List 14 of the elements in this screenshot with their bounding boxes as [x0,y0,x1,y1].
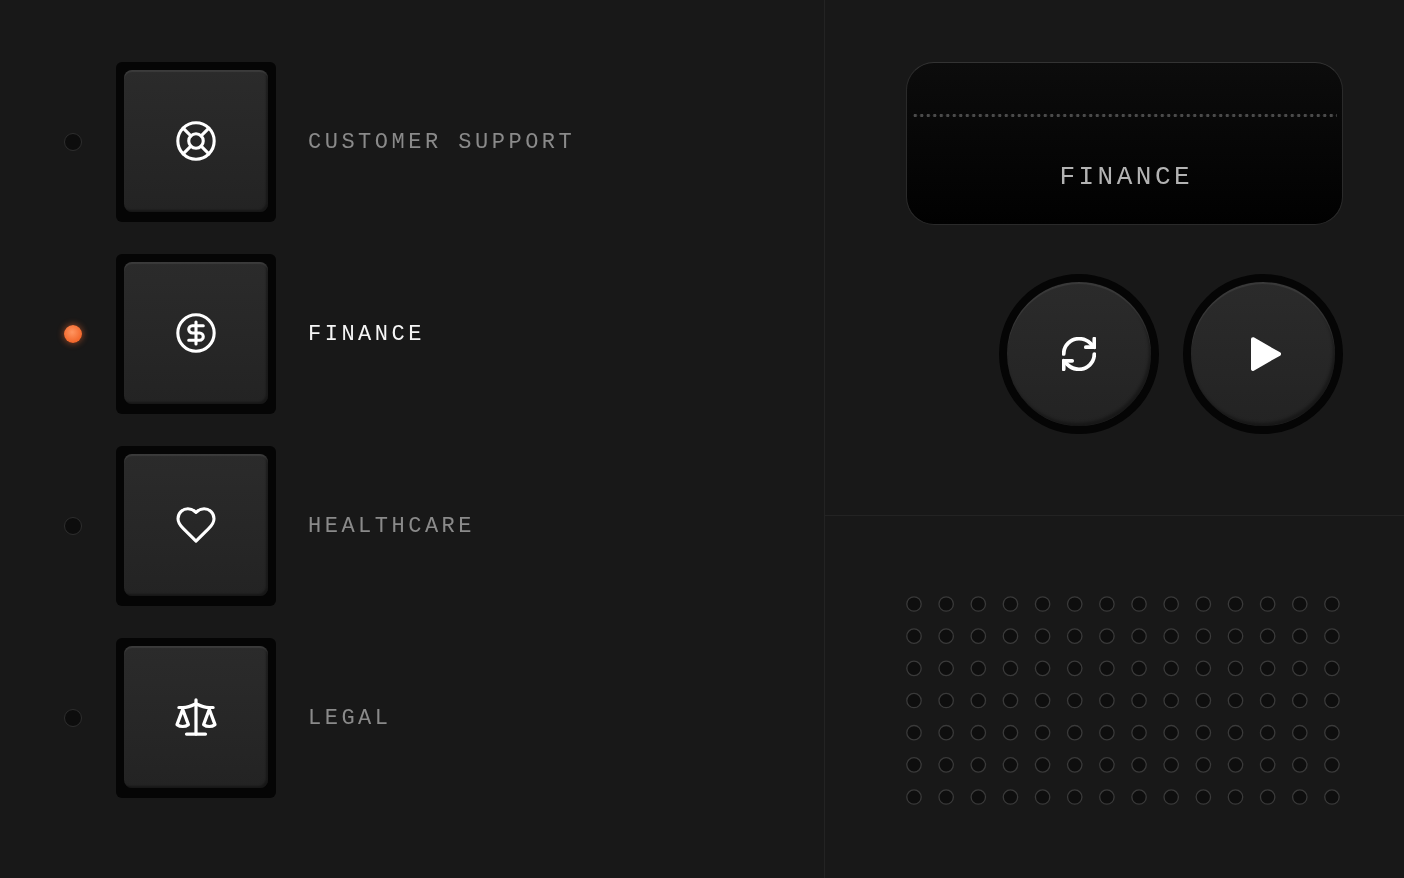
industry-label: LEGAL [308,705,392,731]
display-text: FINANCE [1058,162,1194,192]
heart-icon [176,507,216,543]
industry-label: FINANCE [308,321,425,347]
dollar-circle-icon [176,313,216,353]
scales-icon [175,698,217,736]
industry-button[interactable] [116,254,276,414]
industry-label: HEALTHCARE [308,513,476,539]
play-icon [1251,337,1281,371]
industry-label: CUSTOMER SUPPORT [308,129,576,155]
industry-button[interactable] [116,62,276,222]
lifebuoy-icon [176,121,216,161]
refresh-icon [1062,337,1096,371]
industry-button[interactable] [116,638,276,798]
